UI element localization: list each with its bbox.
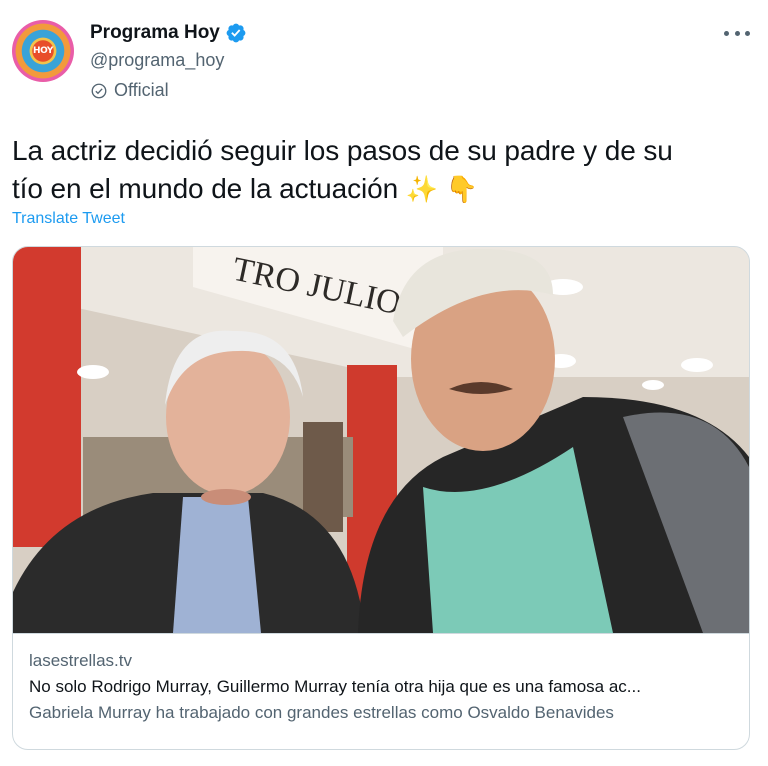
card-title[interactable]: No solo Rodrigo Murray, Guillermo Murray…	[29, 677, 735, 703]
card-description: Gabriela Murray ha trabajado con grandes…	[29, 703, 614, 722]
card-photo[interactable]: TRO JULIO	[13, 247, 749, 634]
card-domain[interactable]: lasestrellas.tv	[29, 651, 735, 677]
avatar[interactable]: HOY	[12, 20, 74, 82]
sparkles-emoji: ✨	[405, 175, 439, 205]
more-dots-icon[interactable]	[724, 22, 750, 44]
official-label-row: Official	[90, 80, 169, 101]
official-label: Official	[114, 80, 169, 100]
dot	[724, 30, 729, 36]
author-display-name[interactable]: Programa Hoy	[90, 22, 220, 44]
avatar-logo-text: HOY	[33, 46, 53, 56]
check-circle-icon	[91, 83, 107, 98]
tweet-text-line1: La actriz decidió seguir los pasos de su…	[12, 135, 673, 166]
tweet-text-line2: tío en el mundo de la actuación	[12, 173, 399, 204]
author-name-row: Programa Hoy	[90, 22, 247, 44]
verified-badge-icon	[226, 23, 246, 43]
translate-tweet-link[interactable]: Translate Tweet	[12, 210, 125, 228]
pointing-down-emoji: 👇	[445, 175, 478, 205]
dot	[745, 30, 750, 36]
link-preview-card[interactable]: TRO JULIO lasestrellas.tv No solo Rodrig…	[12, 246, 750, 750]
author-handle[interactable]: @programa_hoy	[90, 50, 224, 71]
tweet-text: La actriz decidió seguir los pasos de su…	[12, 132, 752, 209]
card-meta: lasestrellas.tv No solo Rodrigo Murray, …	[29, 651, 735, 729]
dot	[734, 30, 740, 36]
